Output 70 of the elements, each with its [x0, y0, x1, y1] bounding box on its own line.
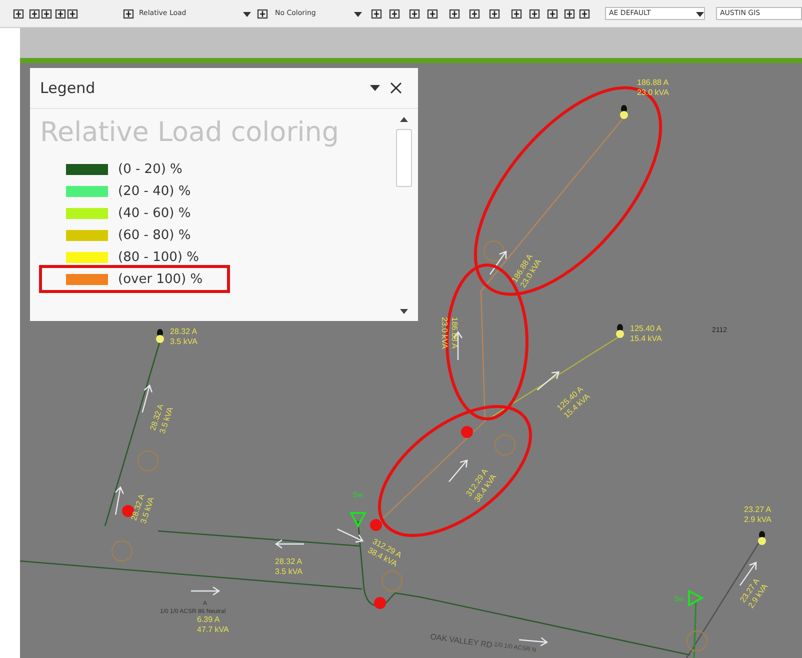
- scroll-down-icon[interactable]: [400, 309, 408, 315]
- caret-icon[interactable]: [370, 84, 380, 92]
- power-label: 3.5 kVA: [275, 567, 302, 576]
- flow-arrow: [114, 486, 124, 516]
- circle-marker: [111, 540, 133, 562]
- toolbar-icon[interactable]: [13, 9, 24, 19]
- flow-arrow: [274, 539, 305, 549]
- toolbar-icon[interactable]: [564, 9, 575, 19]
- current-label: 186.88 A: [637, 78, 669, 87]
- toolbar-icon[interactable]: [123, 9, 134, 19]
- flow-arrow: [536, 371, 560, 391]
- current-label: 23.27 A: [744, 505, 772, 514]
- current-label: 6.39 A: [197, 615, 220, 624]
- toolbar-icon[interactable]: [469, 9, 480, 19]
- transformer-icon: [156, 329, 164, 343]
- scroll-thumb[interactable]: [396, 129, 412, 187]
- toolbar-icon[interactable]: [511, 9, 522, 19]
- circle-marker: [381, 570, 403, 592]
- toolbar-icon[interactable]: [29, 9, 40, 19]
- toolbar-icon[interactable]: [409, 9, 420, 19]
- caret-icon: [243, 12, 251, 18]
- flow-arrow: [336, 528, 364, 543]
- close-icon[interactable]: [390, 82, 402, 94]
- toolbar-icon[interactable]: [41, 9, 52, 19]
- toolbar-icon[interactable]: [257, 9, 268, 19]
- legend-label: (60 - 80) %: [118, 228, 191, 242]
- fault-dot: [374, 597, 386, 609]
- current-label: 28.32 A: [275, 557, 302, 566]
- circle-marker: [494, 434, 516, 456]
- circle-marker: [137, 450, 159, 472]
- toolbar-icon[interactable]: [449, 9, 460, 19]
- toolbar-icon[interactable]: [529, 9, 540, 19]
- fault-dot: [461, 426, 473, 438]
- flow-arrow: [489, 250, 507, 276]
- current-label: 28.32 A: [170, 327, 198, 336]
- toolbar-icon[interactable]: [389, 9, 400, 19]
- caret-icon: [354, 12, 362, 18]
- caret-icon: [696, 12, 704, 18]
- legend-label: (40 - 60) %: [118, 206, 191, 220]
- flow-arrow: [518, 637, 548, 646]
- switch-icon: [349, 512, 367, 528]
- power-label: 2.9 kVA: [744, 515, 772, 524]
- transformer-icon: [758, 531, 766, 545]
- flow-arrow: [190, 586, 220, 596]
- power-label: 23.0 kVA: [440, 317, 449, 349]
- toolbar-icon[interactable]: [579, 9, 590, 19]
- legend-label: (over 100) %: [118, 272, 203, 286]
- power-label: 47.7 kVA: [197, 625, 229, 634]
- legend-label: (0 - 20) %: [118, 162, 182, 176]
- toolbar-icon[interactable]: [67, 9, 78, 19]
- toolbar-icon[interactable]: [371, 9, 382, 19]
- transformer-icon: [620, 105, 628, 119]
- circle-marker: [483, 240, 505, 262]
- flow-arrow: [448, 459, 468, 482]
- current-label: 186.88 A: [450, 317, 459, 349]
- legend-label: (20 - 40) %: [118, 184, 191, 198]
- circle-marker: [686, 630, 708, 652]
- toolbar-icon[interactable]: [489, 9, 500, 19]
- switch-icon: [688, 589, 704, 607]
- toolbar-icon[interactable]: [55, 9, 66, 19]
- legend-label: (80 - 100) %: [118, 250, 199, 264]
- power-label: 15.4 kVA: [630, 334, 662, 343]
- toolbar-icon[interactable]: [427, 9, 438, 19]
- panel-title: Legend: [40, 79, 96, 97]
- scroll-up-icon[interactable]: [400, 117, 408, 123]
- current-label: 125.40 A: [630, 324, 662, 333]
- transformer-icon: [616, 324, 624, 338]
- power-label: 3.5 kVA: [170, 337, 198, 346]
- toolbar-icon[interactable]: [547, 9, 558, 19]
- fault-dot: [370, 519, 382, 531]
